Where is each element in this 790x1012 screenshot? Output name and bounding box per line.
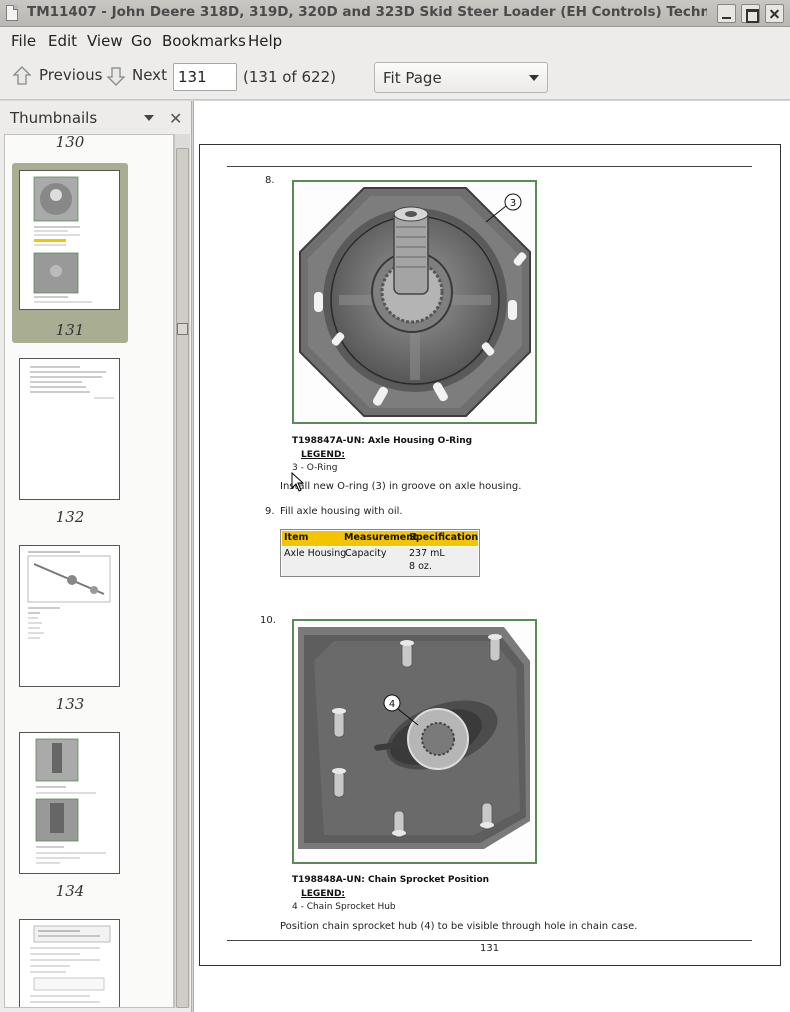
step-number: 10. [260, 615, 276, 626]
thumbnail-page-133[interactable] [19, 545, 120, 687]
table-cell: Capacity [345, 548, 387, 559]
mouse-pointer-icon [291, 472, 305, 492]
sidebar-header: Thumbnails ✕ [0, 101, 192, 134]
thumbnail-label: 130 [55, 134, 85, 151]
document-icon [6, 5, 18, 21]
chain-sprocket-photo: 4 [292, 619, 537, 864]
toolbar: Previous Next (131 of 622) Fit Page [0, 54, 790, 100]
page-count: (131 of 622) [243, 68, 336, 86]
menu-bar: File Edit View Go Bookmarks Help [0, 27, 790, 54]
legend-title: LEGEND: [301, 889, 346, 899]
table-header: Item Measurement Specification [282, 531, 478, 546]
zoom-value: Fit Page [383, 69, 442, 87]
thumbnail-page-135[interactable] [19, 919, 120, 1007]
page-number: 131 [480, 943, 500, 954]
thumbnail-page-134[interactable] [19, 732, 120, 874]
page-number-input[interactable] [173, 63, 237, 91]
down-arrow-icon[interactable] [105, 64, 127, 88]
menu-bookmarks[interactable]: Bookmarks [162, 32, 246, 50]
thumbnail-label: 131 [55, 321, 85, 339]
figure-caption: T198847A-UN: Axle Housing O-Ring [292, 436, 473, 446]
step-number: 9. [265, 506, 275, 517]
legend-item: 4 - Chain Sprocket Hub [292, 902, 396, 912]
menu-edit[interactable]: Edit [48, 32, 77, 50]
menu-go[interactable]: Go [131, 32, 152, 50]
table-cell: 8 oz. [409, 561, 432, 572]
thumbnail-list[interactable]: 130 131 132 133 134 [4, 134, 174, 1008]
menu-view[interactable]: View [87, 32, 123, 50]
thumbnail-page-132[interactable] [19, 358, 120, 500]
table-header-cell: Item [284, 532, 309, 543]
chevron-down-icon [529, 75, 539, 81]
window-title: TM11407 - John Deere 318D, 319D, 320D an… [27, 4, 707, 20]
next-button[interactable]: Next [132, 66, 167, 84]
step-text: Position chain sprocket hub (4) to be vi… [280, 921, 638, 932]
step-text: Install new O-ring (3) in groove on axle… [280, 481, 522, 492]
page-footer-rule [227, 940, 752, 941]
axle-housing-photo: 3 [292, 180, 537, 424]
scrollbar-thumb[interactable] [176, 148, 189, 1008]
step-text: Fill axle housing with oil. [280, 506, 403, 517]
maximize-button[interactable] [741, 4, 760, 23]
close-icon[interactable]: ✕ [169, 109, 182, 128]
menu-help[interactable]: Help [248, 32, 282, 50]
thumbnail-label: 134 [55, 882, 85, 900]
thumbnail-label: 133 [55, 695, 85, 713]
title-bar: TM11407 - John Deere 318D, 319D, 320D an… [0, 0, 790, 27]
chevron-down-icon[interactable] [144, 115, 154, 121]
table-header-cell: Specification [409, 532, 479, 543]
legend-title: LEGEND: [301, 450, 346, 460]
table-cell: 237 mL [409, 548, 445, 559]
thumbnail-page-131[interactable] [19, 170, 120, 310]
table-cell: Axle Housing [284, 548, 347, 559]
menu-file[interactable]: File [11, 32, 36, 50]
up-arrow-icon[interactable] [11, 64, 33, 88]
minimize-button[interactable] [717, 4, 736, 23]
previous-button[interactable]: Previous [39, 66, 102, 84]
step-number: 8. [265, 175, 275, 186]
scrollbar-grip[interactable] [177, 323, 188, 335]
photo-callout: 3 [510, 198, 516, 209]
thumbnail-label: 132 [55, 508, 85, 526]
specification-table: Item Measurement Specification Axle Hous… [280, 529, 480, 577]
figure-caption: T198848A-UN: Chain Sprocket Position [292, 875, 490, 885]
table-row: Axle Housing Capacity 237 mL 8 oz. [282, 547, 478, 576]
thumbnail-scrollbar[interactable] [174, 134, 190, 1008]
zoom-select[interactable]: Fit Page [374, 62, 548, 93]
page-header-rule [227, 166, 752, 167]
photo-callout: 4 [389, 699, 395, 710]
sidebar-title: Thumbnails [10, 109, 98, 127]
table-header-cell: Measurement [344, 532, 418, 543]
sidebar: Thumbnails ✕ 130 131 132 133 134 [0, 101, 192, 1012]
close-button[interactable] [765, 4, 784, 23]
